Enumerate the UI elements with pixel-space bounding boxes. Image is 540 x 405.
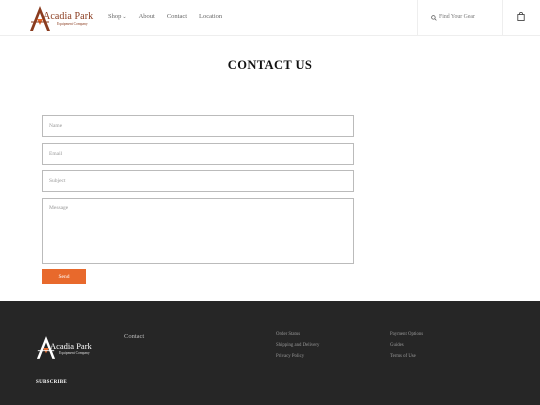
nav-item-shop[interactable]: Shop⌄ <box>108 13 127 20</box>
search-placeholder: Find Your Gear <box>439 14 475 20</box>
email-field[interactable] <box>42 143 354 165</box>
shopping-bag-icon[interactable] <box>517 12 525 21</box>
site-footer: Acadia Park Equipment Company Contact Or… <box>0 301 540 405</box>
nav-item-about[interactable]: About <box>139 13 155 20</box>
footer-brand-name: Acadia Park <box>50 341 92 351</box>
subject-field[interactable] <box>42 170 354 192</box>
name-field[interactable] <box>42 115 354 137</box>
footer-contact-link[interactable]: Contact <box>124 333 144 340</box>
footer-link-order-status[interactable]: Order Status <box>276 332 319 337</box>
footer-logo[interactable]: Acadia Park Equipment Company <box>36 334 100 362</box>
footer-links-col-2: Payment Options Guides Terms of Use <box>390 332 423 359</box>
footer-links-col-1: Order Status Shipping and Delivery Priva… <box>276 332 319 359</box>
brand-name: Acadia Park <box>43 11 94 22</box>
search-box[interactable]: Find Your Gear <box>417 0 503 36</box>
nav-item-location[interactable]: Location <box>199 13 222 20</box>
footer-link-payment[interactable]: Payment Options <box>390 332 423 337</box>
page-title: CONTACT US <box>227 58 313 72</box>
footer-link-guides[interactable]: Guides <box>390 343 423 348</box>
footer-link-terms[interactable]: Terms of Use <box>390 354 423 359</box>
footer-link-privacy[interactable]: Privacy Policy <box>276 354 319 359</box>
chevron-down-icon: ⌄ <box>122 15 127 20</box>
send-button[interactable]: Send <box>42 269 86 284</box>
subscribe-heading: SUBSCRIBE <box>36 380 68 385</box>
footer-link-shipping[interactable]: Shipping and Delivery <box>276 343 319 348</box>
message-field[interactable] <box>42 198 354 264</box>
main-nav: Shop⌄ About Contact Location <box>108 13 222 20</box>
site-header: Acadia Park Equipment Company Shop⌄ Abou… <box>0 0 540 36</box>
brand-logo[interactable]: Acadia Park Equipment Company <box>29 5 94 32</box>
brand-tagline: Equipment Company <box>57 22 88 26</box>
nav-item-contact[interactable]: Contact <box>167 13 187 20</box>
search-icon <box>431 15 437 21</box>
footer-brand-tagline: Equipment Company <box>59 351 90 355</box>
nav-item-shop-label: Shop <box>108 13 122 20</box>
